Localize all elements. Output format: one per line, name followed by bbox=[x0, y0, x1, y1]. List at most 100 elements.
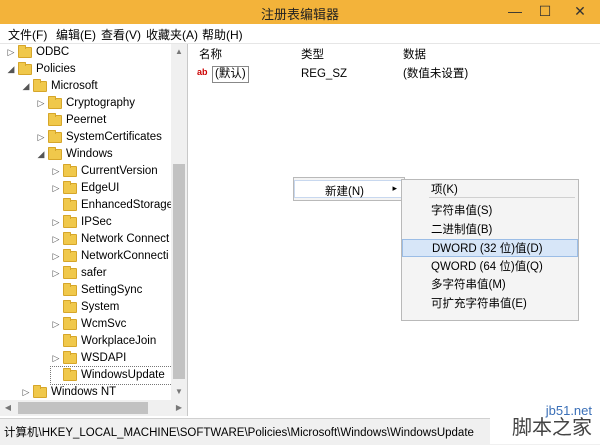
folder-icon bbox=[63, 283, 77, 296]
tree-item-label: Windows bbox=[66, 148, 113, 160]
expand-icon bbox=[36, 112, 46, 129]
tree-item-system[interactable]: System bbox=[51, 299, 129, 316]
tree-item-microsoft[interactable]: ◢ Microsoft bbox=[21, 78, 120, 95]
tree-item-wsdapi[interactable]: ▷ WSDAPI bbox=[51, 350, 129, 367]
tree-item-label: Windows NT bbox=[51, 386, 117, 398]
expand-icon[interactable]: ▷ bbox=[51, 350, 61, 367]
folder-icon bbox=[63, 181, 77, 194]
tree-item-networkconnecti[interactable]: ▷ NetworkConnecti bbox=[51, 248, 187, 265]
watermark-text: 脚本之家 bbox=[512, 415, 592, 439]
scroll-right-icon[interactable]: ▶ bbox=[171, 400, 187, 416]
value-name[interactable]: (默认) bbox=[212, 66, 249, 83]
submenu-item[interactable]: 字符串值(S) bbox=[402, 202, 578, 220]
submenu-item-label: 可扩充字符串值(E) bbox=[431, 297, 527, 310]
new-menu-item[interactable]: 新建(N) ▸ bbox=[294, 180, 404, 198]
submenu-item[interactable]: 多字符串值(M) bbox=[402, 276, 578, 294]
expand-icon[interactable]: ▷ bbox=[21, 384, 31, 401]
expand-icon bbox=[51, 299, 61, 316]
tree-item-edgeui[interactable]: ▷ EdgeUI bbox=[51, 180, 129, 197]
collapse-icon[interactable]: ◢ bbox=[21, 78, 31, 95]
value-data: (数值未设置) bbox=[403, 68, 469, 80]
new-submenu: 项(K) 字符串值(S) 二进制值(B) DWORD (32 位)值(D) QWORD … bbox=[401, 179, 579, 321]
expand-icon[interactable]: ▷ bbox=[51, 163, 61, 180]
tree-item-label: System bbox=[81, 301, 120, 313]
tree-item-policies[interactable]: ◢ Policies bbox=[6, 61, 98, 78]
expand-icon[interactable]: ▷ bbox=[51, 265, 61, 282]
tree-item-windowsupdate[interactable]: WindowsUpdate bbox=[50, 366, 179, 385]
folder-icon bbox=[48, 96, 62, 109]
submenu-item[interactable]: 可扩充字符串值(E) bbox=[402, 295, 578, 313]
folder-icon bbox=[18, 45, 32, 58]
tree-item-systemcertificates[interactable]: ▷ SystemCertificates bbox=[36, 129, 187, 146]
maximize-button[interactable]: ☐ bbox=[530, 0, 560, 22]
tree-item-label: Peernet bbox=[66, 114, 107, 126]
tree-item-enhancedstorage[interactable]: EnhancedStorage bbox=[51, 197, 187, 214]
tree-item-peernet[interactable]: Peernet bbox=[36, 112, 121, 129]
submenu-item-label: 多字符串值(M) bbox=[431, 279, 506, 291]
folder-icon bbox=[63, 334, 77, 347]
tree-item-safer[interactable]: ▷ safer bbox=[51, 265, 122, 282]
expand-icon[interactable]: ▷ bbox=[51, 248, 61, 265]
tree-item-network-connect[interactable]: ▷ Network Connect bbox=[51, 231, 187, 248]
menu-separator bbox=[429, 197, 575, 198]
collapse-icon[interactable]: ◢ bbox=[6, 61, 16, 78]
column-name[interactable]: 名称 bbox=[199, 46, 222, 62]
menu-file[interactable]: 文件(F) bbox=[8, 26, 47, 43]
expand-icon[interactable]: ▷ bbox=[51, 316, 61, 333]
submenu-item-label: QWORD (64 位)值(Q) bbox=[431, 260, 543, 273]
tree-item-odbc[interactable]: ▷ ODBC bbox=[6, 44, 70, 61]
tree-item-label: Network Connect bbox=[81, 233, 170, 245]
minimize-button[interactable]: — bbox=[500, 0, 530, 22]
menu-help[interactable]: 帮助(H) bbox=[202, 26, 243, 43]
tree-item-label: NetworkConnecti bbox=[81, 250, 169, 262]
tree-item-cryptography[interactable]: ▷ Cryptography bbox=[36, 95, 156, 112]
expand-icon bbox=[51, 282, 61, 299]
expand-icon[interactable]: ▷ bbox=[36, 129, 46, 146]
folder-icon bbox=[63, 300, 77, 313]
tree-item-label: WcmSvc bbox=[81, 318, 127, 330]
column-type[interactable]: 类型 bbox=[301, 46, 324, 62]
tree-item-label: ODBC bbox=[36, 46, 70, 58]
folder-icon bbox=[33, 79, 47, 92]
folder-icon bbox=[63, 368, 77, 381]
expand-icon[interactable]: ▷ bbox=[36, 95, 46, 112]
tree-item-settingsync[interactable]: SettingSync bbox=[51, 282, 164, 299]
scroll-up-icon[interactable]: ▲ bbox=[171, 44, 187, 60]
column-data[interactable]: 数据 bbox=[403, 46, 426, 62]
tree-item-windows[interactable]: ◢ Windows bbox=[36, 146, 121, 163]
tree-item-wcmsvc[interactable]: ▷ WcmSvc bbox=[51, 316, 129, 333]
expand-icon[interactable]: ▷ bbox=[51, 180, 61, 197]
folder-icon bbox=[63, 198, 77, 211]
tree-item-ipsec[interactable]: ▷ IPSec bbox=[51, 214, 122, 231]
tree-item-windows-nt[interactable]: ▷ Windows NT bbox=[21, 384, 127, 401]
menu-view[interactable]: 查看(V) bbox=[101, 26, 141, 43]
expand-icon[interactable]: ▷ bbox=[51, 214, 61, 231]
submenu-item-label: 字符串值(S) bbox=[431, 205, 493, 217]
submenu-item[interactable]: DWORD (32 位)值(D) bbox=[402, 239, 578, 257]
tree-item-label: Cryptography bbox=[66, 97, 136, 109]
expand-icon[interactable]: ▷ bbox=[51, 231, 61, 248]
menu-favorites[interactable]: 收藏夹(A) bbox=[146, 26, 198, 43]
folder-icon bbox=[63, 266, 77, 279]
expand-icon[interactable]: ▷ bbox=[6, 44, 16, 61]
submenu-item[interactable]: QWORD (64 位)值(Q) bbox=[402, 258, 578, 276]
menu-bar: 文件(F) 编辑(E) 查看(V) 收藏夹(A) 帮助(H) bbox=[0, 24, 600, 44]
close-button[interactable]: ✕ bbox=[560, 0, 600, 22]
scroll-down-icon[interactable]: ▼ bbox=[171, 384, 187, 400]
collapse-icon[interactable]: ◢ bbox=[36, 146, 46, 163]
tree-item-currentversion[interactable]: ▷ CurrentVersion bbox=[51, 163, 185, 180]
tree-item-label: SettingSync bbox=[81, 284, 143, 296]
tree-vertical-scrollbar[interactable]: ▲ ▼ bbox=[171, 44, 187, 400]
scroll-thumb[interactable] bbox=[173, 164, 185, 379]
tree-horizontal-scrollbar[interactable]: ◀ ▶ bbox=[0, 400, 187, 416]
submenu-item[interactable]: 二进制值(B) bbox=[402, 221, 578, 239]
folder-icon bbox=[63, 232, 77, 245]
scroll-left-icon[interactable]: ◀ bbox=[0, 400, 16, 416]
string-value-icon: ab bbox=[197, 67, 208, 77]
context-menu: 新建(N) ▸ bbox=[293, 177, 405, 201]
hscroll-thumb[interactable] bbox=[18, 402, 148, 414]
tree-item-label: WSDAPI bbox=[81, 352, 127, 364]
folder-icon bbox=[48, 147, 62, 160]
menu-edit[interactable]: 编辑(E) bbox=[56, 26, 96, 43]
tree-item-workplacejoin[interactable]: WorkplaceJoin bbox=[51, 333, 178, 350]
